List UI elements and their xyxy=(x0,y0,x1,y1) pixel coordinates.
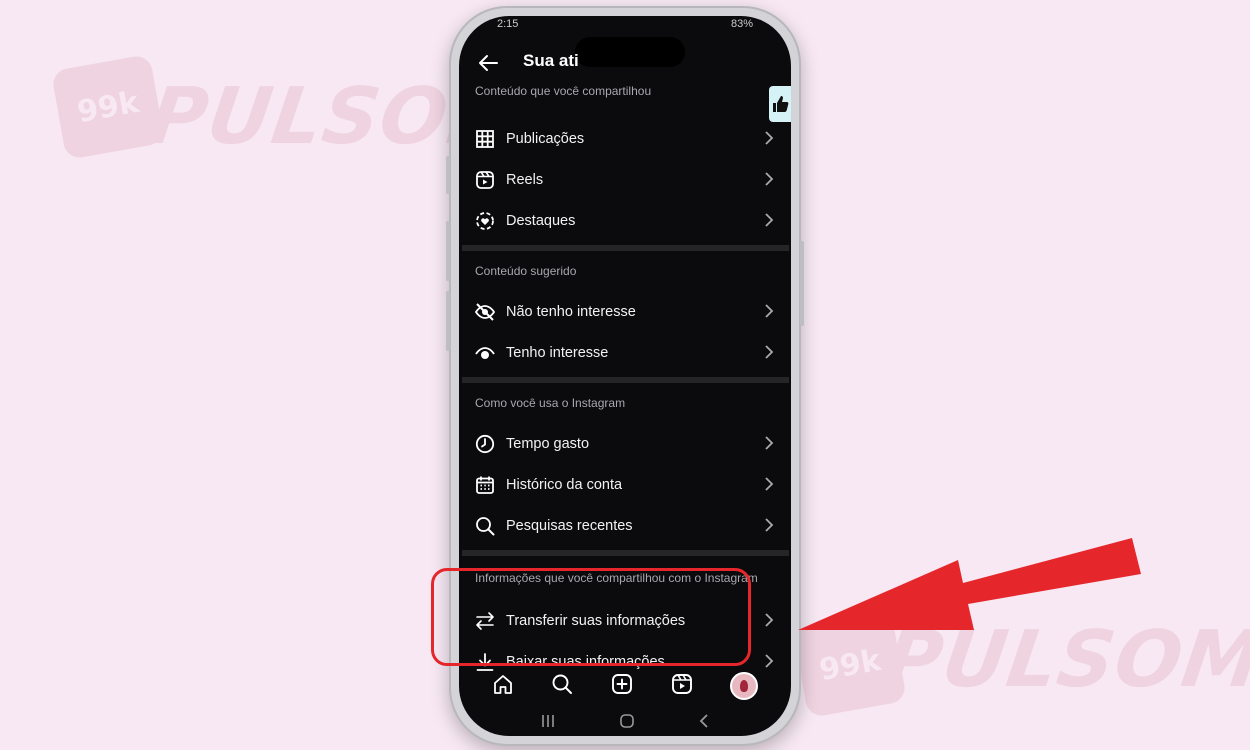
avatar-image xyxy=(740,680,749,692)
section-heading-suggested: Conteúdo sugerido xyxy=(475,264,577,278)
list-item-nao-tenho-interesse[interactable]: Não tenho interesse xyxy=(462,291,789,332)
list-item-publicacoes[interactable]: Publicações xyxy=(462,118,789,159)
clock-icon xyxy=(474,433,496,455)
eye-icon xyxy=(474,342,496,364)
search-icon[interactable] xyxy=(551,673,573,700)
recent-apps-icon[interactable] xyxy=(540,714,556,733)
section-heading-shared-content: Conteúdo que você compartilhou xyxy=(475,84,652,98)
list-item-pesquisas[interactable]: Pesquisas recentes xyxy=(462,505,789,546)
status-time: 2:15 xyxy=(497,18,519,30)
chevron-right-icon xyxy=(764,435,774,455)
highlight-icon xyxy=(474,210,496,232)
section-heading-usage: Como você usa o Instagram xyxy=(475,396,626,410)
list-item-label: Reels xyxy=(506,171,544,188)
chevron-right-icon xyxy=(764,130,774,150)
highlight-box xyxy=(431,568,751,666)
page-title: Sua ati xyxy=(523,51,579,70)
list-item-tempo-gasto[interactable]: Tempo gasto xyxy=(462,423,789,464)
list-item-label: Destaques xyxy=(506,212,576,229)
chevron-right-icon xyxy=(764,303,774,323)
phone-button-left-2 xyxy=(446,221,450,281)
top-bar: Sua ati xyxy=(459,46,791,86)
phone-button-left-3 xyxy=(446,291,450,351)
list-item-historico[interactable]: Histórico da conta xyxy=(462,464,789,505)
list-item-label: Publicações xyxy=(506,130,585,147)
list-item-label: Não tenho interesse xyxy=(506,303,636,320)
search-icon xyxy=(474,515,496,537)
create-icon[interactable] xyxy=(611,673,633,700)
system-navigation xyxy=(459,711,791,735)
bottom-navigation xyxy=(459,666,791,706)
chevron-right-icon xyxy=(764,476,774,496)
phone-button-left xyxy=(446,156,450,194)
eye-off-icon xyxy=(474,301,496,323)
reels-icon xyxy=(474,169,496,191)
profile-avatar[interactable] xyxy=(730,672,759,700)
home-icon[interactable] xyxy=(492,673,514,700)
chevron-right-icon xyxy=(764,344,774,364)
chevron-right-icon xyxy=(764,212,774,232)
back-nav-icon[interactable] xyxy=(698,713,710,734)
list-item-destaques[interactable]: Destaques xyxy=(462,200,789,241)
home-button-icon[interactable] xyxy=(619,713,635,734)
calendar-icon xyxy=(474,474,496,496)
list-item-label: Tempo gasto xyxy=(506,435,590,452)
chevron-right-icon xyxy=(764,171,774,191)
list-item-label: Tenho interesse xyxy=(506,344,609,361)
phone-button-right xyxy=(800,241,804,326)
list-item-label: Pesquisas recentes xyxy=(506,517,633,534)
status-bar: 2:15 83% xyxy=(497,18,753,32)
list-item-label: Histórico da conta xyxy=(506,476,623,493)
list-item-tenho-interesse[interactable]: Tenho interesse xyxy=(462,332,789,373)
grid-icon xyxy=(474,128,496,150)
list-item-reels[interactable]: Reels xyxy=(462,159,789,200)
status-battery: 83% xyxy=(730,18,753,30)
reels-icon[interactable] xyxy=(671,673,693,700)
back-arrow-icon[interactable] xyxy=(477,52,499,79)
red-arrow-icon xyxy=(798,538,1141,630)
